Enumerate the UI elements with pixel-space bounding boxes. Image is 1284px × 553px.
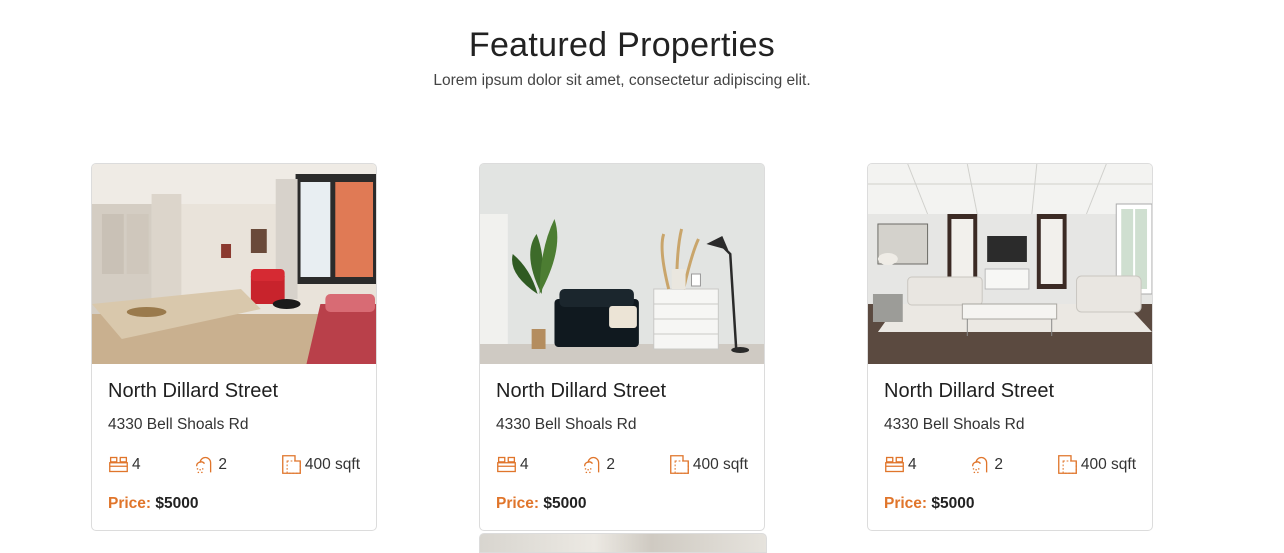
price-label: Price: [108, 495, 152, 512]
area-value: 400 sqft [1080, 455, 1136, 473]
area-icon [281, 455, 301, 474]
property-features: 4 2 400 sqft [496, 454, 748, 475]
price-row: Price: $5000 [496, 495, 748, 513]
price-row: Price: $5000 [884, 495, 1136, 513]
bathrooms-count: 2 [994, 455, 1004, 473]
property-card[interactable]: North Dillard Street 4330 Bell Shoals Rd… [91, 163, 377, 531]
bed-icon [885, 456, 904, 473]
property-image[interactable] [480, 164, 764, 364]
bedrooms-count: 4 [908, 455, 917, 473]
property-features: 4 2 400 sqft [108, 454, 360, 475]
feature-area: 400 sqft [1057, 454, 1136, 475]
price-value: $5000 [155, 495, 199, 512]
feature-bathrooms: 2 [582, 454, 615, 475]
feature-area: 400 sqft [281, 454, 360, 475]
section-subtitle: Lorem ipsum dolor sit amet, consectetur … [433, 72, 811, 89]
area-icon [1057, 455, 1077, 474]
feature-bathrooms: 2 [194, 454, 227, 475]
bathrooms-count: 2 [606, 455, 616, 473]
property-title[interactable]: North Dillard Street [884, 380, 1136, 403]
price-value: $5000 [931, 495, 975, 512]
feature-area: 400 sqft [669, 454, 748, 475]
feature-bedrooms: 4 [496, 454, 529, 475]
bed-icon [109, 456, 128, 473]
property-title[interactable]: North Dillard Street [496, 380, 748, 403]
bathrooms-count: 2 [218, 455, 228, 473]
property-address: 4330 Bell Shoals Rd [884, 416, 1025, 433]
area-icon [669, 455, 689, 474]
feature-bedrooms: 4 [108, 454, 141, 475]
price-value: $5000 [543, 495, 587, 512]
property-image[interactable] [92, 164, 376, 364]
shower-icon [972, 456, 988, 474]
shower-icon [196, 456, 212, 474]
price-label: Price: [884, 495, 928, 512]
property-card-next-row[interactable] [479, 533, 767, 553]
property-image[interactable] [868, 164, 1152, 364]
bedrooms-count: 4 [520, 455, 529, 473]
bed-icon [497, 456, 516, 473]
area-value: 400 sqft [304, 455, 360, 473]
property-address: 4330 Bell Shoals Rd [496, 416, 637, 433]
property-card[interactable]: North Dillard Street 4330 Bell Shoals Rd… [867, 163, 1153, 531]
property-address: 4330 Bell Shoals Rd [108, 416, 249, 433]
property-features: 4 2 400 sqft [884, 454, 1136, 475]
section-title: Featured Properties [468, 26, 776, 64]
area-value: 400 sqft [692, 455, 748, 473]
section-header: Featured Properties Lorem ipsum dolor si… [0, 26, 1244, 90]
price-label: Price: [496, 495, 540, 512]
feature-bedrooms: 4 [884, 454, 917, 475]
bedrooms-count: 4 [132, 455, 141, 473]
feature-bathrooms: 2 [970, 454, 1003, 475]
price-row: Price: $5000 [108, 495, 360, 513]
property-title[interactable]: North Dillard Street [108, 380, 360, 403]
shower-icon [584, 456, 600, 474]
property-card[interactable]: North Dillard Street 4330 Bell Shoals Rd… [479, 163, 765, 531]
